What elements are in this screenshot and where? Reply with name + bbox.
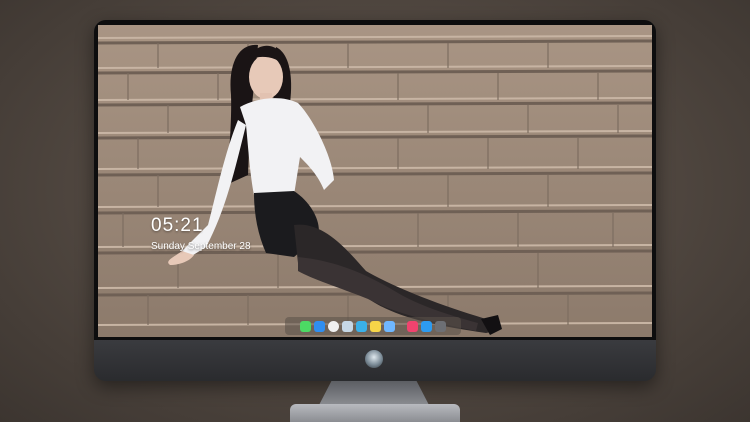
screenshot-icon[interactable] [435,320,446,332]
monitor: 05:21 Sunday September 28 [94,20,656,381]
lockscreen-date: Sunday September 28 [151,241,251,252]
app-store-icon[interactable] [421,320,432,332]
screen: 05:21 Sunday September 28 [98,25,652,337]
monitor-bezel: 05:21 Sunday September 28 [94,20,656,340]
monitor-stand-base [290,404,460,422]
alien-logo-icon [365,350,383,368]
preview-icon[interactable] [342,320,353,332]
music-icon[interactable] [407,320,418,332]
messages-icon[interactable] [300,320,311,332]
notes-icon[interactable] [370,320,381,332]
monitor-chin [94,340,656,381]
lockscreen-time: 05:21 [151,215,204,236]
photos-icon[interactable] [384,320,395,332]
wallpaper [98,25,652,337]
dock-separator [398,321,404,332]
clock-icon[interactable] [328,320,339,332]
finder-icon[interactable] [314,320,325,332]
claquette-icon[interactable] [356,320,367,332]
dock [285,317,461,335]
